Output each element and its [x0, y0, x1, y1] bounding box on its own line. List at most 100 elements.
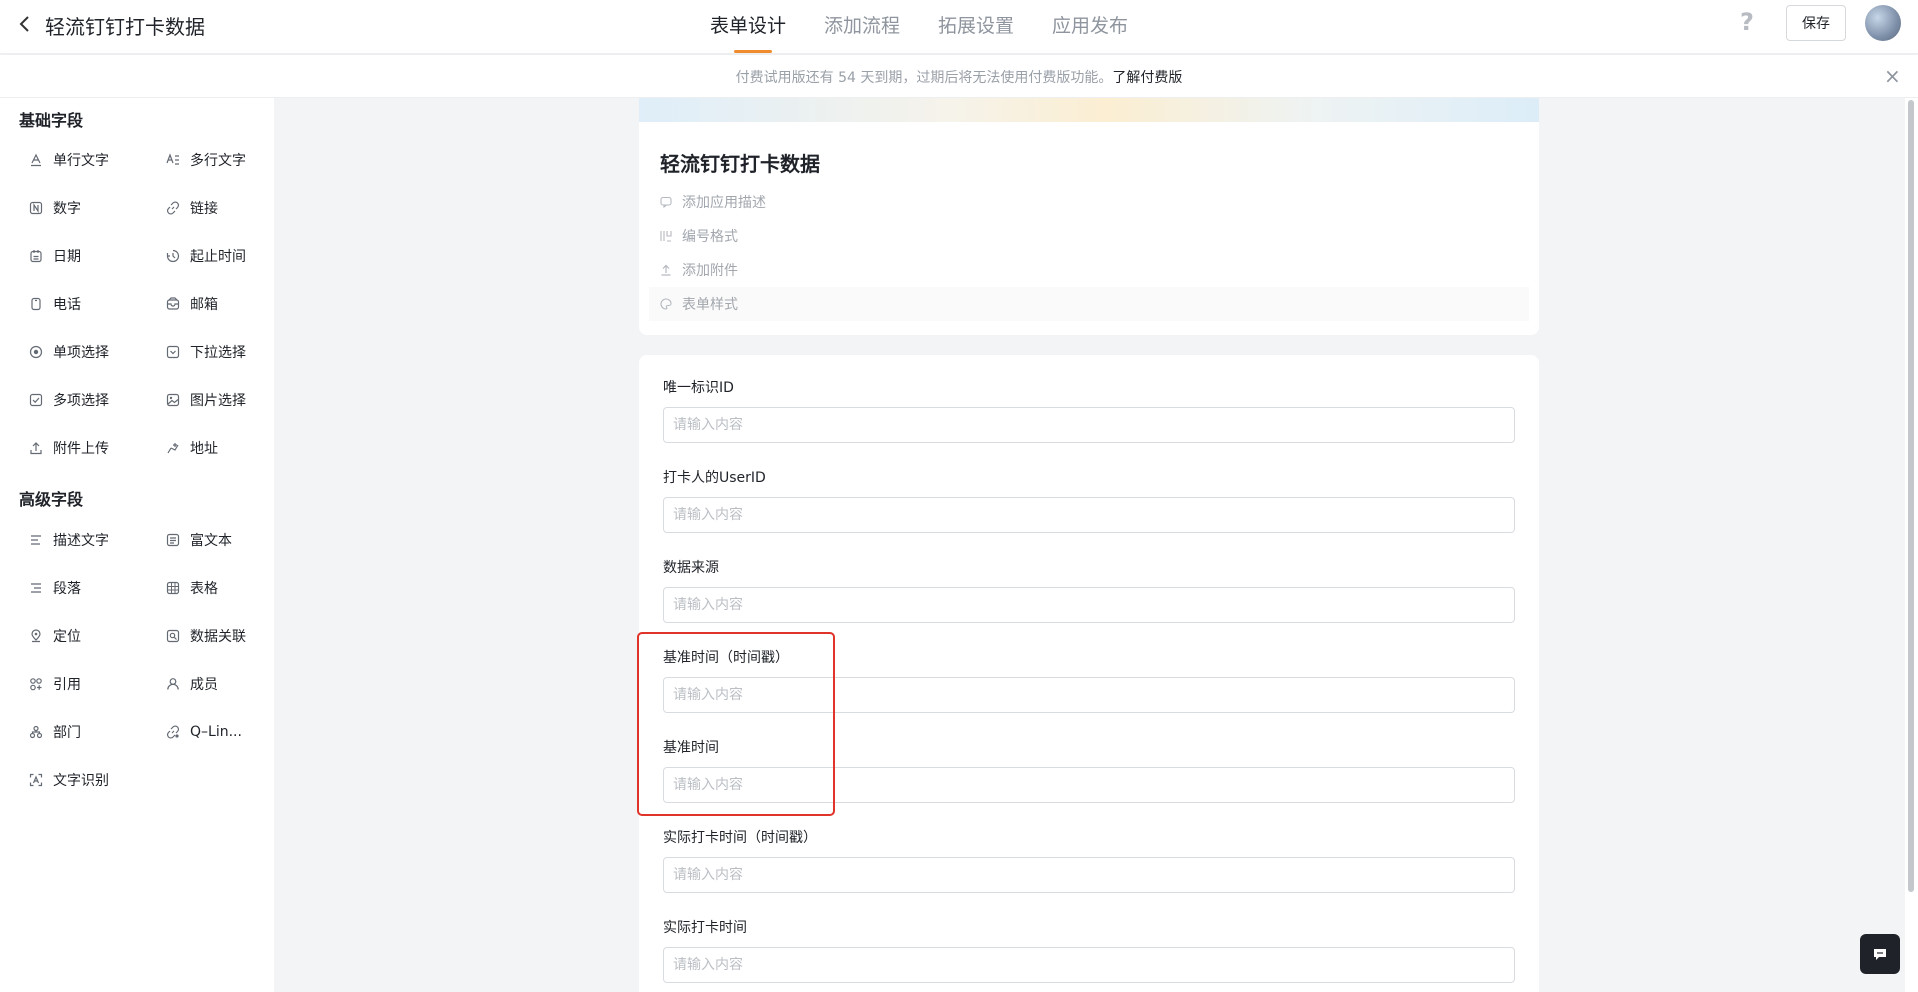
form-field-actual-timestamp[interactable]: 实际打卡时间（时间戳）	[663, 828, 1515, 893]
field-phone[interactable]: 电话	[29, 292, 81, 316]
comment-icon	[660, 196, 672, 208]
meta-label: 添加附件	[682, 263, 738, 279]
field-input[interactable]	[663, 677, 1515, 713]
field-label: 富文本	[190, 533, 232, 549]
form-field-actual-time[interactable]: 实际打卡时间	[663, 918, 1515, 983]
field-image-select[interactable]: 图片选择	[166, 388, 246, 412]
design-tabs: 表单设计 添加流程 拓展设置 应用发布	[710, 0, 1128, 54]
field-checkbox[interactable]: 多项选择	[29, 388, 109, 412]
field-reference[interactable]: 引用	[29, 672, 81, 696]
form-field-base-timestamp[interactable]: 基准时间（时间戳）	[663, 648, 1515, 713]
numbering-format[interactable]: 编号格式	[660, 225, 738, 247]
field-label: 附件上传	[53, 441, 109, 457]
rich-text-icon	[166, 533, 180, 547]
help-icon[interactable]: ?	[1740, 8, 1754, 36]
field-location[interactable]: 定位	[29, 624, 81, 648]
field-attachment[interactable]: 附件上传	[29, 436, 109, 460]
form-fields-card: 唯一标识ID 打卡人的UserID 数据来源 基准时间（时间戳） 基准时间 实际…	[639, 355, 1539, 992]
field-ocr[interactable]: 文字识别	[29, 768, 109, 792]
q-linker-icon	[166, 725, 180, 739]
add-app-description[interactable]: 添加应用描述	[660, 191, 766, 213]
tab-form-design[interactable]: 表单设计	[710, 0, 786, 54]
scrollbar-thumb[interactable]	[1908, 100, 1914, 892]
field-data-link[interactable]: 数据关联	[166, 624, 246, 648]
trial-banner: 付费试用版还有 54 天到期，过期后将无法使用付费版功能。了解付费版 ×	[0, 55, 1918, 98]
member-icon	[166, 677, 180, 691]
form-style[interactable]: 表单样式	[649, 287, 1529, 321]
field-label: 地址	[190, 441, 218, 457]
form-field-data-source[interactable]: 数据来源	[663, 558, 1515, 623]
field-input[interactable]	[663, 587, 1515, 623]
dropdown-icon	[166, 345, 180, 359]
calendar-icon	[29, 249, 43, 263]
field-title: 打卡人的UserID	[663, 470, 766, 486]
banner-close-icon[interactable]: ×	[1884, 64, 1901, 88]
single-line-text-icon	[29, 153, 43, 167]
meta-label: 添加应用描述	[682, 195, 766, 211]
link-icon	[166, 201, 180, 215]
field-date[interactable]: 日期	[29, 244, 81, 268]
chat-support-button[interactable]	[1860, 934, 1900, 974]
field-input[interactable]	[663, 857, 1515, 893]
field-title: 实际打卡时间	[663, 920, 747, 936]
field-input[interactable]	[663, 497, 1515, 533]
field-link[interactable]: 链接	[166, 196, 218, 220]
image-icon	[166, 393, 180, 407]
field-label: 数字	[53, 201, 81, 217]
field-address[interactable]: 地址	[166, 436, 218, 460]
form-header-card: 轻流钉钉打卡数据 添加应用描述 编号格式 添加附件 表单样式	[639, 98, 1539, 335]
palette-icon	[660, 298, 672, 310]
number-icon	[29, 201, 43, 215]
user-avatar[interactable]	[1865, 5, 1901, 41]
tab-extension-settings[interactable]: 拓展设置	[938, 0, 1014, 54]
add-attachment[interactable]: 添加附件	[660, 259, 738, 281]
field-label: 段落	[53, 581, 81, 597]
field-member[interactable]: 成员	[166, 672, 218, 696]
table-icon	[166, 581, 180, 595]
location-icon	[29, 629, 43, 643]
form-field-base-time[interactable]: 基准时间	[663, 738, 1515, 803]
field-label: 起止时间	[190, 249, 246, 265]
field-multi-line-text[interactable]: 多行文字	[166, 148, 246, 172]
field-table[interactable]: 表格	[166, 576, 218, 600]
back-chevron-icon[interactable]	[18, 14, 32, 39]
field-palette: 基础字段 单行文字 多行文字 数字 链接 日期 起止时间 电话 邮箱 单项选择 …	[0, 98, 274, 992]
field-mail[interactable]: 邮箱	[166, 292, 218, 316]
field-number[interactable]: 数字	[29, 196, 81, 220]
mail-icon	[166, 297, 180, 311]
field-input[interactable]	[663, 767, 1515, 803]
upload-icon	[29, 441, 43, 455]
field-department[interactable]: 部门	[29, 720, 81, 744]
field-label: 成员	[190, 677, 218, 693]
field-label: 文字识别	[53, 773, 109, 789]
field-label: 单行文字	[53, 153, 109, 169]
chat-icon	[1872, 946, 1888, 962]
learn-paid-version-link[interactable]: 了解付费版	[1112, 70, 1182, 86]
save-button[interactable]: 保存	[1786, 5, 1846, 41]
field-title: 数据来源	[663, 560, 719, 576]
field-paragraph[interactable]: 段落	[29, 576, 81, 600]
field-dropdown[interactable]: 下拉选择	[166, 340, 246, 364]
field-q-linker[interactable]: Q–Lin...	[166, 720, 242, 744]
field-input[interactable]	[663, 407, 1515, 443]
field-single-line-text[interactable]: 单行文字	[29, 148, 109, 172]
field-label: 图片选择	[190, 393, 246, 409]
field-title: 唯一标识ID	[663, 380, 734, 396]
tab-add-workflow[interactable]: 添加流程	[824, 0, 900, 54]
field-rich-text[interactable]: 富文本	[166, 528, 232, 552]
form-title[interactable]: 轻流钉钉打卡数据	[660, 148, 820, 177]
tab-app-publish[interactable]: 应用发布	[1052, 0, 1128, 54]
form-field-unique-id[interactable]: 唯一标识ID	[663, 378, 1515, 443]
field-label: Q–Lin...	[190, 724, 242, 740]
field-label: 日期	[53, 249, 81, 265]
form-field-user-id[interactable]: 打卡人的UserID	[663, 468, 1515, 533]
ocr-icon	[29, 773, 43, 787]
field-input[interactable]	[663, 947, 1515, 983]
field-label: 定位	[53, 629, 81, 645]
field-label: 多项选择	[53, 393, 109, 409]
field-description[interactable]: 描述文字	[29, 528, 109, 552]
app-title: 轻流钉钉打卡数据	[45, 15, 205, 39]
field-time-range[interactable]: 起止时间	[166, 244, 246, 268]
field-radio[interactable]: 单项选择	[29, 340, 109, 364]
form-cover-banner[interactable]	[639, 98, 1539, 122]
